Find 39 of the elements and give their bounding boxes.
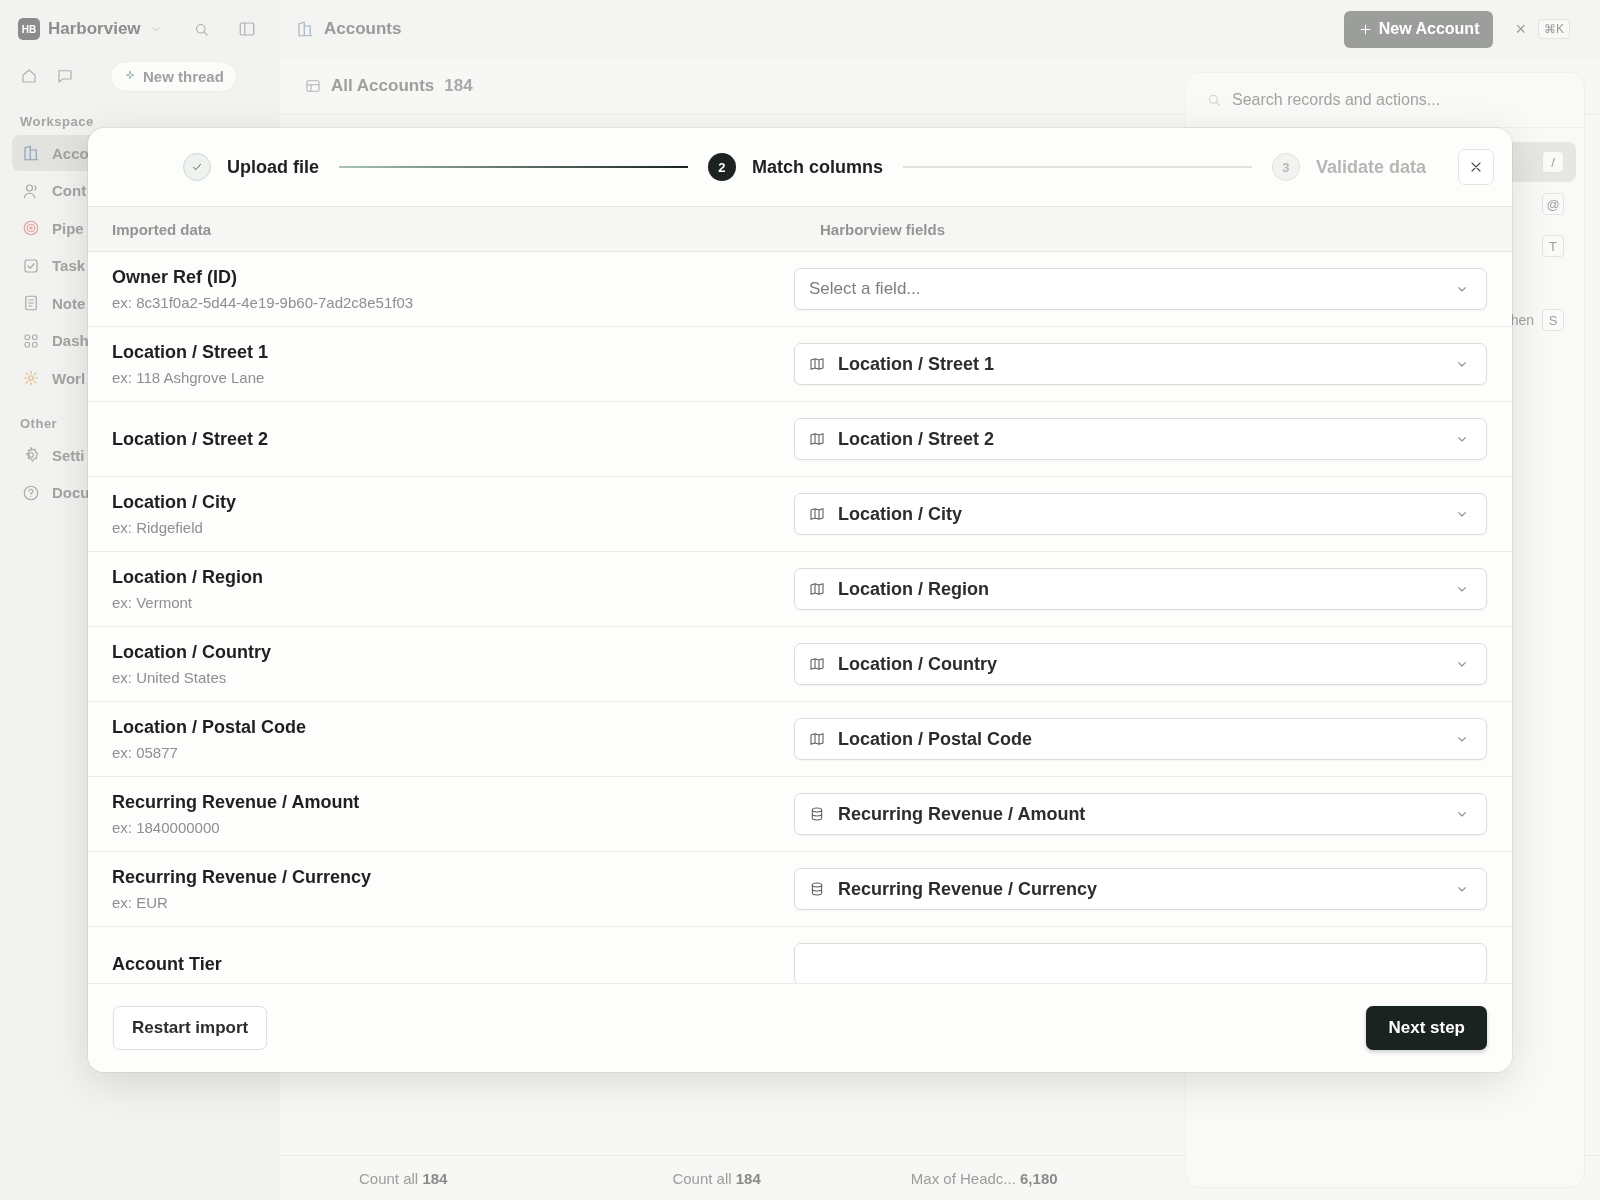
view-title: All Accounts: [331, 76, 435, 96]
example-value: ex: United States: [112, 669, 228, 686]
section-label: Workspace: [19, 114, 95, 129]
example-value: ex: 1840000000: [112, 819, 221, 836]
step-number: 3: [1271, 153, 1300, 181]
column-name: Owner Ref (ID): [112, 267, 237, 287]
shortcut-key: ⌘K: [1538, 19, 1570, 39]
shortcut-key: @: [1542, 193, 1564, 215]
column-name: Location / Street 1: [112, 342, 269, 362]
column-name: Recurring Revenue / Currency: [112, 867, 372, 887]
column-name: Location / City: [112, 492, 236, 512]
aggregate-label: Max of Headc... 6,180: [910, 1169, 1058, 1187]
command-label: hen: [1510, 312, 1534, 328]
step-label: Validate data: [1315, 156, 1426, 178]
step-label: Match columns: [751, 156, 883, 178]
page-title: Accounts: [324, 19, 402, 39]
shortcut-key: S: [1542, 309, 1564, 331]
example-value: ex: Ridgefield: [112, 519, 204, 536]
shortcut-key: /: [1542, 151, 1564, 173]
column-name: Location / Street 2: [112, 428, 269, 449]
example-value: ex: Vermont: [112, 594, 194, 611]
aggregate-label: Count all 184: [672, 1169, 761, 1187]
column-name: Location / Region: [112, 567, 263, 587]
record-count: 184: [444, 76, 473, 96]
example-value: ex: 118 Ashgrove Lane: [112, 369, 266, 386]
column-header: Harborview fields: [819, 220, 947, 238]
column-name: Recurring Revenue / Amount: [112, 792, 360, 812]
example-value: ex: EUR: [112, 894, 169, 911]
example-value: ex: 05877: [112, 744, 179, 761]
section-label: Other: [19, 416, 59, 431]
example-value: ex: 8c31f0a2-5d44-4e19-9b60-7ad2c8e51f03: [112, 294, 415, 311]
column-name: Location / Country: [112, 642, 271, 662]
step-label: Upload file: [227, 156, 319, 178]
column-name: Location / Postal Code: [112, 717, 307, 737]
aggregate-label: Count all 184: [359, 1169, 448, 1187]
column-header: Imported data: [112, 220, 213, 238]
step-number: 2: [707, 153, 736, 181]
shortcut-key: T: [1542, 235, 1564, 257]
column-name: Account Tier: [112, 953, 222, 974]
